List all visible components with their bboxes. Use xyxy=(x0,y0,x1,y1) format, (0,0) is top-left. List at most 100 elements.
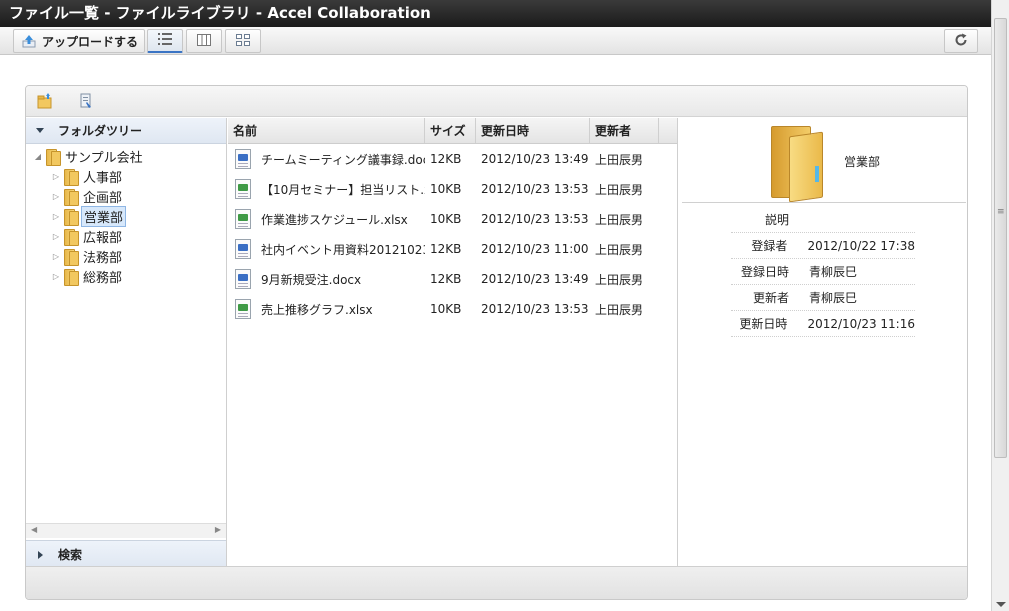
thumbnail-view-button[interactable] xyxy=(225,29,261,53)
column-header-name[interactable]: 名前 xyxy=(228,118,425,143)
search-section-header[interactable]: 検索 xyxy=(26,540,226,568)
new-folder-icon[interactable] xyxy=(37,93,53,109)
file-list: チームミーティング議事録.docx 12KB 2012/10/23 13:49 … xyxy=(228,144,677,324)
file-date: 2012/10/23 13:49 xyxy=(481,152,589,166)
detail-value: 青柳辰巳 xyxy=(809,265,858,279)
column-header-user[interactable]: 更新者 xyxy=(590,118,659,143)
folder-icon xyxy=(64,208,79,226)
tree-node-label[interactable]: 法務部 xyxy=(81,246,124,267)
detail-key: 更新日時 xyxy=(739,317,788,331)
tree-node-root[interactable]: ◢ サンプル会社 xyxy=(26,146,226,166)
tree-collapsed-icon[interactable]: ▷ xyxy=(50,272,62,281)
detail-row: 登録日時 青柳辰巳 xyxy=(731,259,915,285)
tree-node-eigyo[interactable]: ▷ 営業部 xyxy=(26,205,226,227)
file-row[interactable]: 9月新規受注.docx 12KB 2012/10/23 13:49 上田辰男 xyxy=(228,264,677,294)
file-row[interactable]: チームミーティング議事録.docx 12KB 2012/10/23 13:49 … xyxy=(228,144,677,174)
list-view-button[interactable] xyxy=(147,29,183,53)
folder-tree: ◢ サンプル会社 ▷ 人事部 ▷ 企画部 ▷ 営業部 ▷ 広報部 ▷ 法務部 ▷… xyxy=(26,144,226,286)
tree-collapsed-icon[interactable]: ▷ xyxy=(50,232,62,241)
folder-icon xyxy=(64,268,79,286)
file-library-panel: フォルダツリー ◢ サンプル会社 ▷ 人事部 ▷ 企画部 ▷ 営業部 ▷ 広報部… xyxy=(25,85,968,600)
panel-toolbar xyxy=(26,86,967,117)
file-row[interactable]: 作業進捗スケジュール.xlsx 10KB 2012/10/23 13:53 上田… xyxy=(228,204,677,234)
column-view-icon xyxy=(197,33,211,49)
tree-collapsed-icon[interactable]: ▷ xyxy=(50,192,62,201)
tree-node-label[interactable]: 人事部 xyxy=(81,166,124,187)
detail-divider xyxy=(682,202,966,203)
file-size: 12KB xyxy=(430,272,462,286)
file-name[interactable]: 社内イベント用資料20121023.d xyxy=(261,241,425,258)
file-date: 2012/10/23 13:53 xyxy=(481,182,589,196)
large-folder-icon xyxy=(771,126,825,203)
column-header-date[interactable]: 更新日時 xyxy=(476,118,590,143)
window-title: ファイル一覧 - ファイルライブラリ - Accel Collaboration xyxy=(0,0,1009,27)
file-size: 12KB xyxy=(430,152,462,166)
list-view-icon xyxy=(158,33,172,48)
detail-value: 2012/10/23 11:16 xyxy=(807,316,915,331)
detail-row: 更新者 青柳辰巳 xyxy=(731,285,915,311)
tree-node-jinji[interactable]: ▷ 人事部 xyxy=(26,166,226,186)
tree-collapsed-icon[interactable]: ▷ xyxy=(50,252,62,261)
upload-button[interactable]: アップロードする xyxy=(13,29,145,53)
file-date: 2012/10/23 13:53 xyxy=(481,212,589,226)
tree-collapsed-icon[interactable]: ▷ xyxy=(50,172,62,181)
file-name[interactable]: 【10月セミナー】担当リスト.xlsx xyxy=(261,181,425,198)
tree-node-label[interactable]: 広報部 xyxy=(81,226,124,247)
collapse-arrow-icon xyxy=(36,128,44,133)
main-toolbar: アップロードする xyxy=(0,27,991,55)
file-row[interactable]: 売上推移グラフ.xlsx 10KB 2012/10/23 13:53 上田辰男 xyxy=(228,294,677,324)
tree-node-label[interactable]: 営業部 xyxy=(81,205,127,227)
detail-properties: 説明 登録者 2012/10/22 17:38 登録日時 青柳辰巳 更新者 青柳辰巳 … xyxy=(731,207,915,337)
docx-file-icon xyxy=(235,149,251,169)
file-name[interactable]: 作業進捗スケジュール.xlsx xyxy=(261,211,408,228)
file-date: 2012/10/23 13:49 xyxy=(481,272,589,286)
refresh-button[interactable] xyxy=(944,29,978,53)
tree-node-somu[interactable]: ▷ 総務部 xyxy=(26,266,226,286)
file-user: 上田辰男 xyxy=(595,242,644,257)
expand-arrow-icon xyxy=(38,550,43,559)
file-name[interactable]: 9月新規受注.docx xyxy=(261,271,361,288)
docx-file-icon xyxy=(235,239,251,259)
scroll-right-icon[interactable]: ▶ xyxy=(215,525,221,534)
file-name[interactable]: 売上推移グラフ.xlsx xyxy=(261,301,373,318)
scrollbar-grip-icon: ≡ xyxy=(997,207,1005,217)
folder-properties-icon[interactable] xyxy=(78,93,94,109)
xlsx-file-icon xyxy=(235,209,251,229)
folder-icon xyxy=(64,188,79,206)
detail-row: 説明 xyxy=(731,207,915,233)
folder-tree-pane: フォルダツリー ◢ サンプル会社 ▷ 人事部 ▷ 企画部 ▷ 営業部 ▷ 広報部… xyxy=(26,118,227,568)
column-view-button[interactable] xyxy=(186,29,222,53)
tree-collapsed-icon[interactable]: ▷ xyxy=(50,212,62,221)
tree-node-label[interactable]: サンプル会社 xyxy=(63,146,145,167)
scroll-left-icon[interactable]: ◀ xyxy=(31,525,37,534)
scroll-down-icon[interactable] xyxy=(996,602,1006,607)
panel-footer xyxy=(26,566,967,599)
page-scrollbar[interactable]: ≡ xyxy=(991,0,1009,611)
file-user: 上田辰男 xyxy=(595,152,644,167)
tree-node-label[interactable]: 総務部 xyxy=(81,266,124,287)
tree-node-koho[interactable]: ▷ 広報部 xyxy=(26,226,226,246)
detail-value: 青柳辰巳 xyxy=(809,291,858,305)
tree-node-homu[interactable]: ▷ 法務部 xyxy=(26,246,226,266)
tree-expanded-icon[interactable]: ◢ xyxy=(32,152,44,161)
detail-row: 登録者 2012/10/22 17:38 xyxy=(731,233,915,259)
tree-node-label[interactable]: 企画部 xyxy=(81,186,124,207)
docx-file-icon xyxy=(235,269,251,289)
file-size: 10KB xyxy=(430,212,462,226)
thumbnail-view-icon xyxy=(236,33,250,49)
tree-node-kikaku[interactable]: ▷ 企画部 xyxy=(26,186,226,206)
tree-horizontal-scrollbar[interactable]: ◀ ▶ xyxy=(26,523,226,538)
scrollbar-thumb[interactable] xyxy=(994,18,1007,458)
file-row[interactable]: 【10月セミナー】担当リスト.xlsx 10KB 2012/10/23 13:5… xyxy=(228,174,677,204)
folder-icon xyxy=(46,148,61,166)
file-user: 上田辰男 xyxy=(595,212,644,227)
file-size: 12KB xyxy=(430,242,462,256)
folder-tree-title: フォルダツリー xyxy=(58,124,143,138)
column-header-size[interactable]: サイズ xyxy=(425,118,476,143)
folder-icon xyxy=(64,228,79,246)
file-row[interactable]: 社内イベント用資料20121023.d 12KB 2012/10/23 11:0… xyxy=(228,234,677,264)
file-name[interactable]: チームミーティング議事録.docx xyxy=(261,151,425,168)
file-list-pane: 名前 サイズ 更新日時 更新者 チームミーティング議事録.docx 12KB 2… xyxy=(228,118,678,568)
folder-tree-header[interactable]: フォルダツリー xyxy=(26,118,226,144)
file-user: 上田辰男 xyxy=(595,182,644,197)
